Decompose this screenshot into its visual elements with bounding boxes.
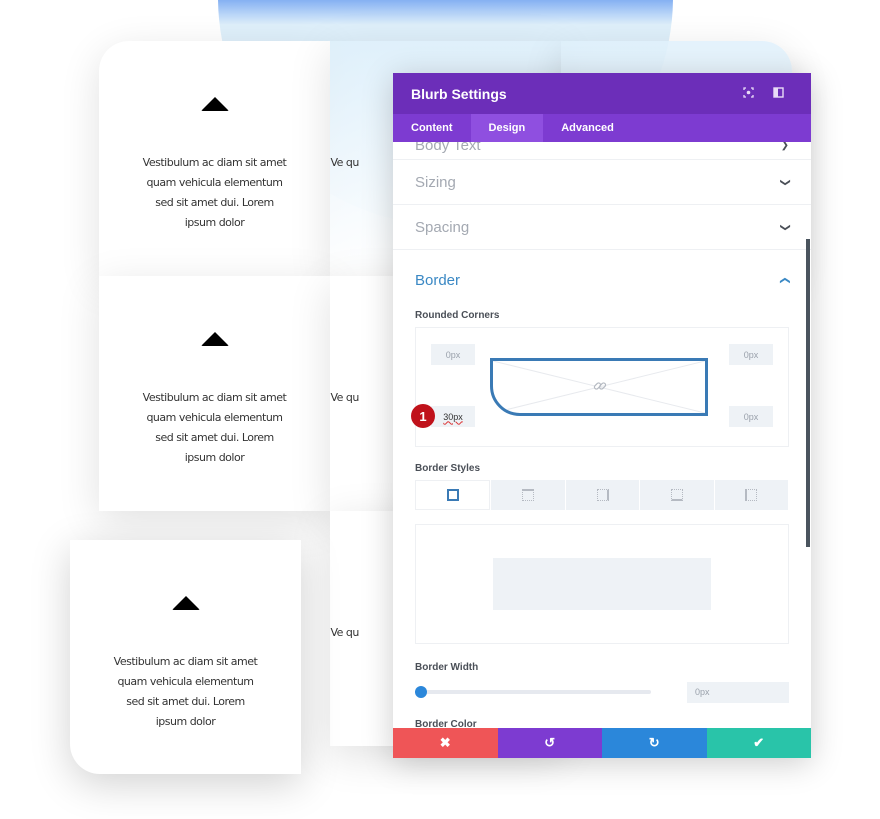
border-style-right[interactable] (565, 480, 640, 510)
tab-content[interactable]: Content (393, 114, 471, 142)
section-spacing[interactable]: Spacing ❯ (393, 205, 811, 250)
corner-top-right-input[interactable]: 0px (729, 344, 773, 365)
panel-scrollbar[interactable] (806, 239, 810, 547)
redo-icon: ↻ (648, 735, 660, 750)
redo-button[interactable]: ↻ (602, 728, 707, 758)
border-width-label: Border Width (415, 662, 479, 673)
blurb-card[interactable]: Vestibulum ac diam sit amet quam vehicul… (99, 41, 330, 276)
rounded-corners-label: Rounded Corners (415, 310, 500, 321)
border-style-top[interactable] (491, 480, 565, 510)
panel-title: Blurb Settings (411, 85, 507, 102)
section-border[interactable]: Border ❯ (393, 250, 811, 310)
border-left-icon (745, 489, 758, 501)
cancel-button[interactable]: ✖ (393, 728, 498, 758)
link-icon[interactable] (593, 379, 607, 398)
border-all-icon (446, 489, 459, 501)
sidebar-toggle-icon[interactable] (763, 86, 793, 101)
panel-tabs: Content Design Advanced (393, 114, 811, 142)
chevron-down-icon: ❯ (779, 177, 791, 187)
section-label: Spacing (415, 218, 470, 236)
triangle-up-icon (200, 97, 229, 111)
step-badge: 1 (411, 404, 435, 428)
focus-icon[interactable] (733, 86, 763, 101)
chevron-down-icon: ❯ (780, 142, 789, 151)
blurb-settings-panel: Blurb Settings Content Design Advanced B… (393, 73, 811, 758)
undo-button[interactable]: ↺ (497, 728, 602, 758)
chevron-down-icon: ❯ (779, 222, 791, 232)
corner-bottom-left-input[interactable]: 30px (431, 406, 475, 427)
section-body-text[interactable]: Body Text ❯ (393, 142, 811, 160)
blurb-text: Vestibulum ac diam sit amet quam vehicul… (142, 156, 287, 229)
border-styles-label: Border Styles (415, 463, 481, 474)
section-label: Body Text (415, 142, 481, 154)
chevron-up-icon: ❯ (779, 275, 791, 285)
section-label: Sizing (415, 173, 456, 191)
slider-handle[interactable] (415, 686, 427, 698)
border-bottom-icon (670, 489, 683, 501)
triangle-up-icon (200, 332, 229, 346)
blurb-text: Vestibulum ac diam sit amet quam vehicul… (142, 391, 287, 464)
canvas: Vestibulum ac diam sit amet quam vehicul… (0, 0, 880, 819)
border-width-input[interactable]: 0px (687, 681, 789, 703)
triangle-up-icon (171, 596, 200, 610)
rounded-corners-control: 0px 0px 30px 0px 1 (411, 327, 789, 447)
border-style-preview (415, 524, 789, 644)
border-top-icon (522, 489, 535, 501)
border-width-control: 0px (415, 681, 789, 703)
corner-preview (490, 358, 708, 416)
blurb-card[interactable]: Vestibulum ac diam sit amet quam vehicul… (99, 276, 330, 511)
panel-footer: ✖ ↺ ↻ ✔ (393, 728, 811, 758)
tab-advanced[interactable]: Advanced (543, 114, 632, 142)
section-label: Border (415, 271, 461, 289)
border-style-bottom[interactable] (640, 480, 714, 510)
tab-design[interactable]: Design (470, 114, 544, 142)
undo-icon: ↺ (544, 735, 556, 750)
section-sizing[interactable]: Sizing ❯ (393, 160, 811, 205)
check-icon: ✔ (753, 735, 765, 750)
save-button[interactable]: ✔ (706, 728, 811, 758)
panel-body: Body Text ❯ Sizing ❯ Spacing ❯ Border ❯ … (393, 142, 811, 728)
close-icon: ✖ (439, 735, 451, 750)
border-style-all[interactable] (415, 480, 491, 510)
border-styles-selector (415, 480, 789, 510)
border-style-left[interactable] (714, 480, 789, 510)
corner-bottom-right-input[interactable]: 0px (729, 406, 773, 427)
corner-top-left-input[interactable]: 0px (431, 344, 475, 365)
blurb-text: Vestibulum ac diam sit amet quam vehicul… (113, 655, 258, 728)
panel-header[interactable]: Blurb Settings (393, 73, 811, 114)
border-right-icon (596, 489, 609, 501)
border-width-slider[interactable] (415, 686, 651, 698)
border-style-preview-box (493, 558, 711, 610)
border-color-label: Border Color (415, 719, 477, 728)
selected-blurb-card[interactable]: Vestibulum ac diam sit amet quam vehicul… (70, 540, 301, 774)
